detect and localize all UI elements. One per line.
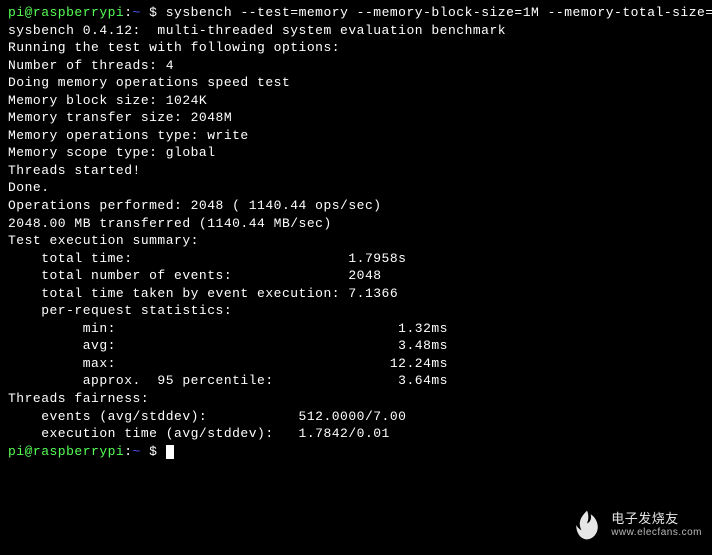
output-line: min: 1.32ms [8, 320, 704, 338]
output-line: max: 12.24ms [8, 355, 704, 373]
output-line: per-request statistics: [8, 302, 704, 320]
output-line: Threads started! [8, 162, 704, 180]
output-line: Running the test with following options: [8, 39, 704, 57]
prompt-sep1: : [124, 444, 132, 459]
watermark-brand: 电子发烧友 [611, 511, 702, 527]
output-line: Number of threads: 4 [8, 57, 704, 75]
watermark-text: 电子发烧友 www.elecfans.com [611, 511, 702, 539]
output-line: execution time (avg/stddev): 1.7842/0.01 [8, 425, 704, 443]
prompt-sep2: $ [141, 5, 166, 20]
output-line: sysbench 0.4.12: multi-threaded system e… [8, 22, 704, 40]
output-line: 2048.00 MB transferred (1140.44 MB/sec) [8, 215, 704, 233]
output-line: approx. 95 percentile: 3.64ms [8, 372, 704, 390]
watermark-url: www.elecfans.com [611, 527, 702, 539]
output-line: Memory operations type: write [8, 127, 704, 145]
output-line: Memory transfer size: 2048M [8, 109, 704, 127]
output-line: total number of events: 2048 [8, 267, 704, 285]
output-line: avg: 3.48ms [8, 337, 704, 355]
output-line: Doing memory operations speed test [8, 74, 704, 92]
prompt-sep1: : [124, 5, 132, 20]
prompt-line-2[interactable]: pi@raspberrypi:~ $ [8, 443, 704, 461]
output-line: Operations performed: 2048 ( 1140.44 ops… [8, 197, 704, 215]
output-line: events (avg/stddev): 512.0000/7.00 [8, 408, 704, 426]
prompt-user: pi@raspberrypi [8, 444, 124, 459]
output-line: total time taken by event execution: 7.1… [8, 285, 704, 303]
prompt-path: ~ [133, 5, 141, 20]
output-line: Done. [8, 179, 704, 197]
prompt-sep2: $ [141, 444, 166, 459]
output-line: Threads fairness: [8, 390, 704, 408]
output-line: total time: 1.7958s [8, 250, 704, 268]
prompt-line-1[interactable]: pi@raspberrypi:~ $ sysbench --test=memor… [8, 4, 704, 22]
flame-icon [569, 507, 605, 543]
output-line: Memory scope type: global [8, 144, 704, 162]
output-line: Memory block size: 1024K [8, 92, 704, 110]
prompt-path: ~ [133, 444, 141, 459]
prompt-user: pi@raspberrypi [8, 5, 124, 20]
cursor-icon [166, 445, 174, 459]
command-text: sysbench --test=memory --memory-block-si… [166, 5, 712, 20]
output-line: Test execution summary: [8, 232, 704, 250]
watermark: 电子发烧友 www.elecfans.com [569, 507, 702, 543]
